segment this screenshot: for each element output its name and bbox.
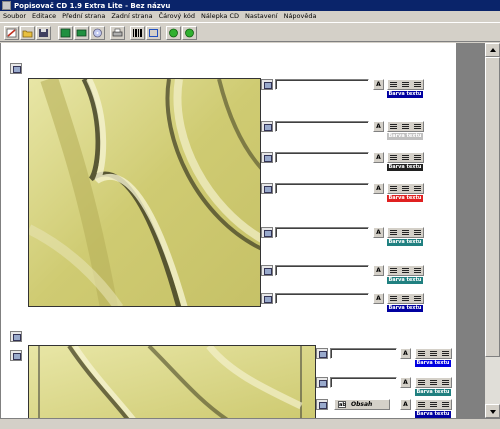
front-text-row-1: A Barva textu [261,79,451,98]
contents-label: Obsah [351,401,373,408]
align-buttons[interactable] [415,399,452,410]
align-buttons[interactable] [387,227,424,238]
align-buttons[interactable] [415,377,452,388]
font-button[interactable]: A [400,399,411,410]
back-contents-row: ab Obsah A Barva textu [316,399,456,418]
green-circle-icon[interactable] [166,26,181,40]
font-button[interactable]: A [373,79,384,90]
font-button[interactable]: A [373,183,384,194]
row-picture-button[interactable] [261,183,273,194]
front-cover-artwork [28,78,261,307]
back-picture-button[interactable] [10,350,22,361]
align-buttons[interactable] [387,121,424,132]
front-text-input-6[interactable] [275,265,369,276]
back-cover-icon[interactable] [74,26,89,40]
row-picture-button[interactable] [261,152,273,163]
text-color-button[interactable]: Barva textu [387,91,423,98]
menu-predni-strana[interactable]: Přední strana [59,12,108,20]
open-folder-icon[interactable] [20,26,35,40]
save-disk-icon[interactable] [36,26,51,40]
workspace: A Barva textu A Barva textu A Barva text… [0,43,485,418]
text-color-button[interactable]: Barva textu [415,360,451,367]
menu-nastaveni[interactable]: Nastavení [242,12,281,20]
toolbar [0,22,500,42]
front-text-row-7: A Barva textu [261,293,451,312]
status-bar [0,418,500,429]
cd-label-icon[interactable] [90,26,105,40]
align-buttons[interactable] [415,348,452,359]
app-icon [2,1,11,10]
pencil-new-icon[interactable] [4,26,19,40]
menu-bar: Soubor Editace Přední strana Zadní stran… [0,11,500,21]
font-button[interactable]: A [373,227,384,238]
front-text-input-2[interactable] [275,121,369,132]
align-buttons[interactable] [387,293,424,304]
align-buttons[interactable] [387,265,424,276]
back-text-input-1[interactable] [330,348,397,359]
barcode-icon[interactable] [130,26,145,40]
text-color-button[interactable]: Barva textu [387,277,423,284]
front-text-input-1[interactable] [275,79,369,90]
front-text-input-5[interactable] [275,227,369,238]
front-text-input-3[interactable] [275,152,369,163]
row-picture-button[interactable] [261,227,273,238]
menu-soubor[interactable]: Soubor [0,12,29,20]
frame-icon[interactable] [146,26,161,40]
contents-button[interactable]: ab Obsah [334,399,390,410]
front-cover-icon[interactable] [58,26,73,40]
menu-editace[interactable]: Editace [29,12,59,20]
row-picture-button[interactable] [316,399,328,410]
menu-carovy-kod[interactable]: Čárový kód [156,12,198,20]
back-background-picture-button[interactable] [10,331,22,342]
title-bar: Popisovač CD 1.9 Extra Lite - Bez názvu [0,0,500,11]
align-buttons[interactable] [387,183,424,194]
row-picture-button[interactable] [261,293,273,304]
front-background-picture-button[interactable] [10,63,22,74]
front-text-row-3: A Barva textu [261,152,451,171]
window-title: Popisovač CD 1.9 Extra Lite - Bez názvu [14,1,171,10]
back-cover-artwork [28,345,316,418]
back-text-row-2: A Barva textu [316,377,456,396]
text-color-button[interactable]: Barva textu [387,195,423,202]
scroll-thumb[interactable] [485,57,500,357]
app-window: Popisovač CD 1.9 Extra Lite - Bez názvu … [0,0,500,429]
menu-nalepka-cd[interactable]: Nálepka CD [198,12,242,20]
row-picture-button[interactable] [261,79,273,90]
print-icon[interactable] [110,26,125,40]
cover-page: A Barva textu A Barva textu A Barva text… [1,43,456,418]
font-button[interactable]: A [373,265,384,276]
front-text-row-5: A Barva textu [261,227,451,246]
menu-napoveda[interactable]: Nápověda [281,12,320,20]
front-text-row-6: A Barva textu [261,265,451,284]
scroll-down-button[interactable] [485,404,500,418]
front-text-input-7[interactable] [275,293,369,304]
green-circle-2-icon[interactable] [182,26,197,40]
text-color-button[interactable]: Barva textu [415,389,451,396]
text-color-button[interactable]: Barva textu [387,239,423,246]
row-picture-button[interactable] [261,265,273,276]
front-text-input-4[interactable] [275,183,369,194]
text-color-button[interactable]: Barva textu [415,411,451,418]
align-buttons[interactable] [387,152,424,163]
font-button[interactable]: A [400,348,411,359]
font-button[interactable]: A [373,121,384,132]
align-buttons[interactable] [387,79,424,90]
row-picture-button[interactable] [261,121,273,132]
row-picture-button[interactable] [316,377,328,388]
back-text-input-2[interactable] [330,377,397,388]
text-color-button[interactable]: Barva textu [387,164,423,171]
vertical-scrollbar[interactable] [485,43,500,418]
font-button[interactable]: A [400,377,411,388]
front-text-row-2: A Barva textu [261,121,451,140]
font-button[interactable]: A [373,152,384,163]
text-color-button[interactable]: Barva textu [387,305,423,312]
front-text-row-4: A Barva textu [261,183,451,202]
row-picture-button[interactable] [316,348,328,359]
back-text-row-1: A Barva textu [316,348,456,367]
menu-zadni-strana[interactable]: Zadní strana [108,12,155,20]
font-button[interactable]: A [373,293,384,304]
contents-ab-icon: ab [338,401,346,408]
scroll-up-button[interactable] [485,43,500,57]
text-color-button[interactable]: Barva textu [387,133,423,140]
